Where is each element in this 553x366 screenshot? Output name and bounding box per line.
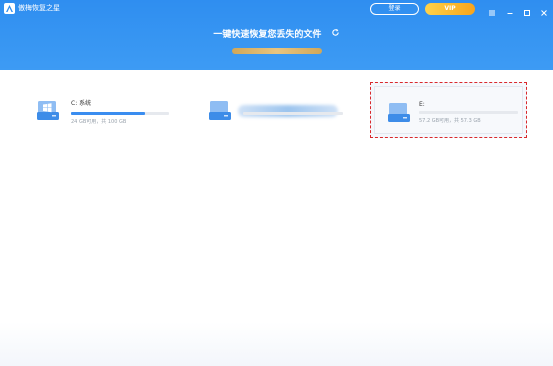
drive-card-e-inner: E: 57.2 GB可用，共 57.3 GB [374,86,523,134]
drive-capacity: 57.2 GB可用，共 57.3 GB [419,118,481,124]
drive-icon [36,98,60,122]
close-icon[interactable] [539,3,549,16]
vip-button[interactable]: VIP [425,3,475,15]
drive-card-c[interactable]: C: 系统 24 GB可用，共 100 GB [36,85,174,137]
drive-usage-fill [71,112,146,115]
redacted-drive-label [238,105,338,117]
hero-title-row: 一键快速恢复您丢失的文件 [0,28,553,41]
promo-banner[interactable] [232,48,322,54]
drive-capacity: 24 GB可用，共 100 GB [71,119,127,125]
drive-usage-bar [419,111,518,114]
menu-icon[interactable] [487,3,497,16]
hero-title: 一键快速恢复您丢失的文件 [213,30,322,40]
minimize-icon[interactable] [505,3,515,14]
login-button[interactable]: 登录 [370,3,419,15]
app-title: 傲梅恢复之星 [18,4,60,12]
app-logo-icon [4,3,15,14]
drive-label: C: 系统 [71,100,92,107]
refresh-icon[interactable] [331,28,340,41]
drive-icon [208,98,232,122]
drive-usage-bar [71,112,169,115]
footer-area [0,322,553,366]
drive-card-e[interactable]: E: 57.2 GB可用，共 57.3 GB [370,82,527,138]
maximize-icon[interactable] [522,3,532,16]
app-header: 傲梅恢复之星 登录 VIP 一键快速恢复您丢失的文件 [0,0,553,70]
drive-label: E: [419,101,425,108]
drive-icon [387,100,411,124]
drive-card-hidden[interactable] [208,85,348,137]
drive-usage-bar [243,112,343,115]
